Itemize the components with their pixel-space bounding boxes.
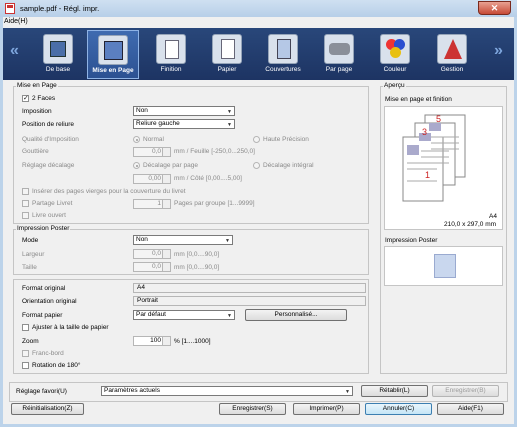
paper-icon — [212, 34, 242, 64]
open-book-checkbox[interactable] — [22, 212, 29, 219]
zoom-spinner[interactable]: 100 — [133, 336, 171, 346]
booklet-preview-icon — [402, 114, 466, 202]
tab-management[interactable]: Gestion — [426, 30, 478, 79]
poster-width-label: Largeur — [22, 251, 45, 258]
window-title: sample.pdf - Régl. impr. — [20, 4, 100, 13]
gutter-unit: mm / Feuille [-250,0...250,0] — [174, 148, 255, 155]
page-number-5: 5 — [436, 114, 442, 124]
pdf-app-icon — [5, 3, 15, 14]
original-format-label: Format original — [22, 285, 66, 292]
binding-label: Position de reliure — [22, 121, 75, 128]
covers-icon — [268, 34, 298, 64]
close-button[interactable]: ✕ — [478, 1, 511, 15]
paper-format-select[interactable]: Par défaut — [133, 310, 235, 320]
binding-select[interactable]: Reliure gauche — [133, 119, 235, 129]
original-format-field: A4 — [133, 283, 366, 293]
original-orientation-label: Orientation original — [22, 298, 77, 305]
poster-width-unit: mm [0,0....90,0] — [174, 251, 220, 258]
tab-color[interactable]: Couleur — [369, 30, 421, 79]
preview-paper-name: A4 — [489, 213, 497, 220]
save-favorite-button[interactable]: Enregistrer(B) — [432, 385, 499, 397]
preview-subtitle: Mise en page et finition — [385, 96, 452, 103]
scroll-left-icon[interactable]: « — [10, 42, 19, 60]
quality-normal-label: Normal — [143, 136, 164, 143]
poster-group-title: Impression Poster — [16, 225, 71, 232]
reset-button[interactable]: Réinitialisation(Z) — [11, 403, 84, 415]
insert-blank-checkbox[interactable] — [22, 188, 29, 195]
split-booklet-label: Partage Livret — [32, 200, 73, 207]
shift-unit: mm / Côté [0,00....5,00] — [174, 175, 242, 182]
zoom-label: Zoom — [22, 338, 39, 345]
pages-per-group-spinner[interactable]: 1 — [133, 199, 171, 209]
shift-spinner[interactable]: 0,00 — [133, 174, 171, 184]
poster-size-label: Taille — [22, 264, 37, 271]
imposition-select[interactable]: Non — [133, 106, 235, 116]
preview-paper-size: 210,0 x 297,0 mm — [444, 221, 497, 228]
color-icon — [380, 34, 410, 64]
imposition-quality-label: Qualité d'Imposition — [22, 136, 79, 143]
shift-per-page-radio[interactable] — [133, 162, 140, 169]
gutter-spinner[interactable]: 0,0 — [133, 147, 171, 157]
gutter-label: Gouttière — [22, 148, 49, 155]
poster-page-icon — [434, 254, 456, 278]
layout-preview — [384, 106, 503, 230]
cancel-button[interactable]: Annuler(C) — [365, 403, 432, 415]
shift-label: Réglage décalage — [22, 162, 75, 169]
scroll-right-icon[interactable]: » — [494, 42, 503, 60]
poster-preview-title: Impression Poster — [385, 237, 438, 244]
paper-format-label: Format papier — [22, 312, 63, 319]
menu-help[interactable]: Aide(H) — [4, 18, 28, 25]
help-button[interactable]: Aide(F1) — [437, 403, 504, 415]
poster-mode-label: Mode — [22, 237, 39, 244]
favorites-select[interactable]: Paramètres actuels — [101, 386, 353, 396]
pages-per-group-unit: Pages par groupe [1...9999] — [174, 200, 255, 207]
page-number-1: 1 — [425, 170, 431, 180]
basic-icon — [43, 34, 73, 64]
management-icon — [437, 34, 467, 64]
bleed-checkbox[interactable] — [22, 350, 29, 357]
finishing-icon — [156, 34, 186, 64]
poster-mode-select[interactable]: Non — [133, 235, 233, 245]
zoom-unit: % [1....1000] — [174, 338, 211, 345]
tab-finishing[interactable]: Finition — [145, 30, 197, 79]
layout-icon — [98, 35, 128, 65]
shift-full-radio[interactable] — [253, 162, 260, 169]
rotate-checkbox[interactable] — [22, 362, 29, 369]
restore-button[interactable]: Rétablir(L) — [361, 385, 428, 397]
poster-size-spinner[interactable]: 0,0 — [133, 262, 171, 272]
quality-high-radio[interactable] — [253, 136, 260, 143]
shift-full-label: Décalage intégral — [263, 162, 314, 169]
open-book-label: Livre ouvert — [32, 212, 66, 219]
print-button[interactable]: Imprimer(P) — [293, 403, 360, 415]
preview-group-title: Aperçu — [383, 82, 406, 89]
insert-blank-label: Insérer des pages vierges pour la couver… — [32, 188, 186, 195]
poster-width-spinner[interactable]: 0,0 — [133, 249, 171, 259]
split-booklet-checkbox[interactable] — [22, 200, 29, 207]
layout-group-title: Mise en Page — [16, 82, 58, 89]
save-button[interactable]: Enregistrer(S) — [219, 403, 286, 415]
quality-normal-radio[interactable] — [133, 136, 140, 143]
rotate-label: Rotation de 180° — [32, 362, 81, 369]
tab-layout[interactable]: Mise en Page — [87, 30, 139, 79]
quality-high-label: Haute Précision — [263, 136, 309, 143]
favorites-label: Réglage favori(U) — [16, 388, 67, 395]
tab-per-page[interactable]: Par page — [313, 30, 365, 79]
fit-to-paper-label: Ajuster à la taille de papier — [32, 324, 109, 331]
poster-size-unit: mm [0,0....90,0] — [174, 264, 220, 271]
original-orientation-field: Portrait — [133, 296, 366, 306]
per-page-icon — [324, 34, 354, 64]
imposition-label: Imposition — [22, 108, 52, 115]
two-sided-checkbox[interactable] — [22, 94, 29, 102]
shift-per-page-label: Décalage par page — [143, 162, 198, 169]
tab-basic[interactable]: De base — [32, 30, 84, 79]
menu-bar — [3, 17, 514, 28]
fit-to-paper-checkbox[interactable] — [22, 324, 29, 331]
page-number-3: 3 — [422, 127, 428, 137]
tab-paper[interactable]: Papier — [201, 30, 253, 79]
tab-covers[interactable]: Couvertures — [257, 30, 309, 79]
bleed-label: Franc-bord — [32, 350, 64, 357]
two-sided-label: 2 Faces — [32, 95, 56, 102]
custom-size-button[interactable]: Personnalisé... — [245, 309, 347, 321]
